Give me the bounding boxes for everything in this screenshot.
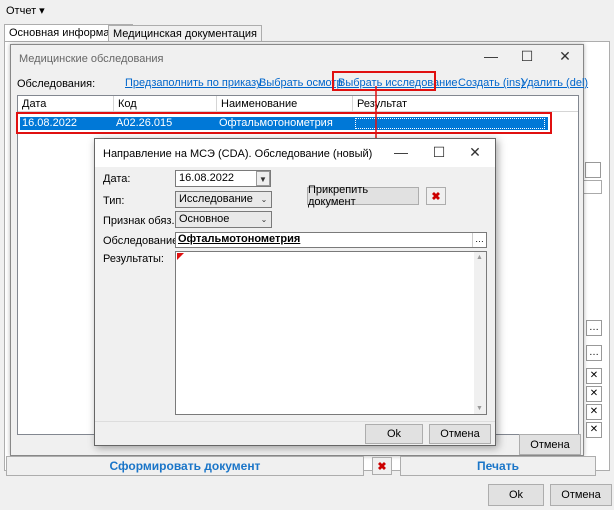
date-label: Дата: [103, 173, 131, 185]
exams-label: Обследования: [17, 78, 96, 90]
side-ellipsis-button-2[interactable]: … [586, 345, 602, 361]
date-picker[interactable]: 16.08.2022 ▼ [175, 170, 271, 187]
results-label: Результаты: [103, 253, 164, 265]
side-close-icon-2[interactable]: ✕ [586, 386, 602, 402]
clear-icon[interactable]: ✖ [372, 457, 392, 475]
date-value: 16.08.2022 [179, 172, 235, 184]
choose-exam-link[interactable]: Выбрать осмотр [259, 77, 343, 89]
main-ok-button[interactable]: Ok [488, 484, 544, 506]
row-highlight [16, 112, 552, 134]
sign-select[interactable]: Основное ⌄ [175, 211, 272, 228]
table-header: Дата Код Наименование Результат [18, 96, 578, 112]
choose-study-highlight [332, 71, 436, 91]
main-cancel-button[interactable]: Отмена [550, 484, 612, 506]
print-button[interactable]: Печать [400, 456, 596, 476]
side-ellipsis-button[interactable]: … [586, 320, 602, 336]
calendar-dropdown-icon[interactable]: ▼ [256, 171, 270, 186]
chevron-down-icon: ⌄ [260, 215, 268, 224]
exams-cancel-button[interactable]: Отмена [519, 434, 581, 455]
tab-medical-docs[interactable]: Медицинская документация [108, 25, 262, 42]
dialog-ok-button[interactable]: Ok [365, 424, 423, 444]
attach-document-button[interactable]: Прикрепить документ [307, 184, 419, 208]
type-value: Исследование [179, 193, 253, 205]
create-link[interactable]: Создать (ins) [458, 77, 524, 89]
column-header-name[interactable]: Наименование [217, 96, 353, 112]
remove-attachment-button[interactable]: ✖ [426, 187, 446, 205]
side-close-icon-3[interactable]: ✕ [586, 404, 602, 420]
close-icon[interactable]: ✕ [555, 48, 575, 65]
side-close-icon-4[interactable]: ✕ [586, 422, 602, 438]
prefill-link[interactable]: Предзаполнить по приказу [125, 77, 262, 89]
maximize-icon[interactable]: ☐ [517, 48, 537, 65]
exams-window-title: Медицинские обследования [19, 53, 164, 65]
required-marker-icon [177, 253, 184, 260]
column-header-code[interactable]: Код [114, 96, 217, 112]
results-textarea[interactable]: ▲ ▼ [175, 251, 487, 415]
dialog-minimize-icon[interactable]: — [391, 144, 411, 160]
side-close-icon-1[interactable]: ✕ [586, 368, 602, 384]
type-select[interactable]: Исследование ⌄ [175, 191, 272, 208]
sign-label: Признак обяз.: [103, 215, 178, 227]
sign-value: Основное [179, 213, 230, 225]
dialog-cancel-button[interactable]: Отмена [429, 424, 491, 444]
chevron-down-icon: ⌄ [260, 195, 268, 204]
dialog-title: Направление на МСЭ (CDA). Обследование (… [103, 148, 373, 160]
column-header-date[interactable]: Дата [18, 96, 114, 112]
exam-label: Обследование: [103, 235, 182, 247]
dialog-close-icon[interactable]: ✕ [465, 144, 485, 161]
column-header-result[interactable]: Результат [353, 96, 578, 112]
form-document-button[interactable]: Сформировать документ [6, 456, 364, 476]
side-checkbox-1[interactable] [585, 162, 601, 178]
minimize-icon[interactable]: — [481, 48, 501, 64]
results-scrollbar[interactable]: ▲ ▼ [474, 252, 486, 414]
exam-field[interactable]: Офтальмотонометрия … [175, 232, 487, 248]
exam-value: Офтальмотонометрия [178, 233, 301, 245]
type-label: Тип: [103, 195, 125, 207]
dialog-maximize-icon[interactable]: ☐ [429, 144, 449, 161]
ellipsis-button[interactable]: … [472, 233, 486, 247]
delete-link[interactable]: Удалить (del) [521, 77, 588, 89]
study-dialog: Направление на МСЭ (CDA). Обследование (… [94, 138, 496, 446]
report-menu[interactable]: Отчет ▾ [6, 4, 45, 17]
